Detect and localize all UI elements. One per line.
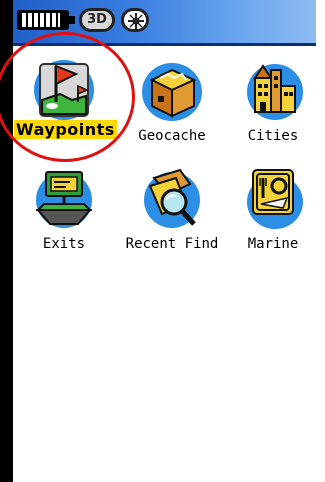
- highway-exit-icon: [32, 164, 96, 234]
- menu-item-label: Recent Find: [125, 236, 219, 252]
- battery-icon: [17, 10, 75, 30]
- gps-fix-badge: 3D: [79, 8, 115, 32]
- menu-item-label: Exits: [42, 236, 86, 252]
- menu-item-label: Cities: [247, 128, 299, 144]
- gps-mode-label: 3D: [87, 12, 107, 27]
- device-bezel-left: [0, 0, 13, 482]
- waypoint-flag-icon: [32, 56, 96, 126]
- menu-item-label: Geocache: [138, 128, 206, 144]
- menu-item-recent-find[interactable]: Recent Find: [122, 160, 222, 260]
- gps-find-menu-screen: 3D Waypoints Geocache Cities Exits Recen…: [0, 0, 325, 482]
- menu-item-marine[interactable]: Marine: [223, 160, 323, 260]
- menu-item-exits[interactable]: Exits: [14, 160, 114, 260]
- city-buildings-icon: [241, 56, 305, 126]
- menu-item-cities[interactable]: Cities: [223, 50, 323, 155]
- satellite-icon: [121, 8, 149, 32]
- status-bar: 3D: [13, 0, 316, 46]
- recent-find-magnifier-icon: [140, 164, 204, 234]
- menu-item-waypoints[interactable]: Waypoints: [14, 50, 117, 155]
- menu-item-geocache[interactable]: Geocache: [122, 50, 222, 155]
- menu-item-label: Marine: [247, 236, 299, 252]
- treasure-chest-icon: [140, 56, 204, 126]
- menu-item-label: Waypoints: [14, 120, 117, 139]
- marine-service-icon: [241, 164, 305, 234]
